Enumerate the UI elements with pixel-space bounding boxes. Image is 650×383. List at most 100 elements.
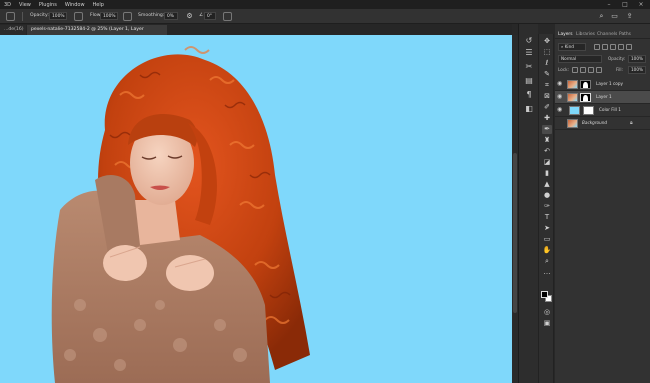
- type-tool-icon[interactable]: T: [542, 213, 552, 222]
- libraries-icon[interactable]: ▤: [524, 76, 534, 86]
- dodge-tool-icon[interactable]: ●: [542, 191, 552, 200]
- tab-libraries[interactable]: Libraries: [576, 30, 595, 39]
- layer-row[interactable]: ◉ Color Fill 1: [555, 104, 650, 117]
- menu-3d[interactable]: 3D: [0, 2, 15, 8]
- layer-name: Background: [582, 120, 608, 125]
- layer-name: Color Fill 1: [599, 107, 621, 112]
- frame-tool-icon[interactable]: ⊠: [542, 92, 552, 101]
- healing-brush-icon[interactable]: ✚: [542, 114, 552, 123]
- gradient-tool-icon[interactable]: ▮: [542, 169, 552, 178]
- visibility-eye-icon[interactable]: ◉: [557, 81, 563, 87]
- adjustments-icon[interactable]: ✂: [524, 62, 534, 72]
- opacity-input[interactable]: 100%: [628, 55, 646, 63]
- flow-field[interactable]: 100%: [100, 12, 118, 20]
- quick-select-icon[interactable]: ✎: [542, 70, 552, 79]
- options-bar: Opacity: 100% Flow: 100% Smoothing: 0% ⚙…: [0, 9, 650, 24]
- layer-mask-thumbnail[interactable]: [583, 106, 594, 115]
- lock-pixels-icon[interactable]: [580, 67, 586, 73]
- eraser-icon[interactable]: ◪: [542, 158, 552, 167]
- angle-field[interactable]: 0°: [204, 12, 216, 20]
- panel-dock: ↺ ☰ ✂ ▤ ¶ ◧: [518, 24, 538, 383]
- pressure-opacity-icon[interactable]: [74, 12, 83, 21]
- opacity-label: Opacity:: [30, 13, 49, 18]
- menu-plugins[interactable]: Plugins: [35, 2, 61, 8]
- gear-icon[interactable]: ⚙: [185, 12, 194, 21]
- tab-channels[interactable]: Channels: [597, 30, 617, 39]
- close-icon[interactable]: ×: [634, 0, 648, 9]
- filter-shape-icon[interactable]: [618, 44, 624, 50]
- kind-filter-select[interactable]: ⌕ Kind: [558, 43, 586, 51]
- filter-adjustment-icon[interactable]: [602, 44, 608, 50]
- kind-label: Kind: [564, 44, 574, 49]
- screen-mode-icon[interactable]: ▣: [542, 319, 552, 328]
- lasso-tool-icon[interactable]: ℓ: [542, 59, 552, 68]
- history-brush-icon[interactable]: ↶: [542, 147, 552, 156]
- scrollbar-thumb[interactable]: [513, 153, 517, 313]
- document-canvas[interactable]: [0, 35, 512, 383]
- zoom-tool-icon[interactable]: ⌕: [542, 257, 552, 266]
- history-icon[interactable]: ↺: [524, 36, 534, 46]
- path-select-icon[interactable]: ➤: [542, 224, 552, 233]
- layer-mask-thumbnail[interactable]: [580, 93, 591, 102]
- layer-row[interactable]: ◉ Layer 1 copy: [555, 78, 650, 91]
- blend-mode-select[interactable]: Normal: [558, 55, 602, 63]
- visibility-eye-icon[interactable]: ◉: [557, 94, 563, 100]
- smoothing-field[interactable]: 0%: [164, 12, 178, 20]
- lock-all-icon[interactable]: [596, 67, 602, 73]
- pressure-size-icon[interactable]: [223, 12, 232, 21]
- menu-window[interactable]: Window: [61, 2, 89, 8]
- minimize-icon[interactable]: –: [602, 0, 616, 9]
- layers-panel: Layers Libraries Channels Paths ⌕ Kind N…: [555, 24, 650, 383]
- menu-help[interactable]: Help: [89, 2, 108, 8]
- lock-transparent-icon[interactable]: [572, 67, 578, 73]
- filter-smart-object-icon[interactable]: [626, 44, 632, 50]
- hand-tool-icon[interactable]: ✋: [542, 246, 552, 255]
- document-tab-active[interactable]: pexels-natalie-7132584-2 @ 25% (Layer 1,…: [27, 25, 167, 42]
- layer-thumbnail: [567, 93, 578, 102]
- workspace-icon[interactable]: ▭: [610, 12, 619, 21]
- crop-tool-icon[interactable]: ⌗: [542, 81, 552, 90]
- lock-icon: 🔒︎: [630, 120, 633, 126]
- menu-view[interactable]: View: [15, 2, 35, 8]
- layer-thumbnail: [567, 80, 578, 89]
- styles-icon[interactable]: ◧: [524, 104, 534, 114]
- blur-tool-icon[interactable]: ▲: [542, 180, 552, 189]
- tab-paths[interactable]: Paths: [619, 30, 631, 39]
- properties-icon[interactable]: ☰: [524, 48, 534, 58]
- visibility-eye-icon[interactable]: ◉: [557, 107, 563, 113]
- smoothing-label: Smoothing:: [138, 13, 165, 18]
- clone-stamp-icon[interactable]: ♜: [542, 136, 552, 145]
- more-tools-icon[interactable]: …: [542, 268, 552, 277]
- move-tool-icon[interactable]: ✥: [542, 37, 552, 46]
- marquee-tool-icon[interactable]: ⬚: [542, 48, 552, 57]
- document-tab-bar: ...de(16) * pexels-natalie-7132584-2 @ 2…: [0, 24, 512, 42]
- brush-preset-icon[interactable]: [6, 12, 15, 21]
- menu-bar: 3D View Plugins Window Help – □ ×: [0, 0, 650, 9]
- fill-label: Fill:: [616, 67, 624, 72]
- document-tab[interactable]: ...de(16) *: [0, 25, 26, 42]
- pen-tool-icon[interactable]: ✑: [542, 202, 552, 211]
- layer-row[interactable]: Background 🔒︎: [555, 117, 650, 130]
- maximize-icon[interactable]: □: [618, 0, 632, 9]
- brush-tool-icon[interactable]: ✒: [542, 125, 552, 134]
- blend-row: Normal Opacity: 100%: [558, 55, 648, 63]
- opacity-field[interactable]: 100%: [49, 12, 67, 20]
- lock-position-icon[interactable]: [588, 67, 594, 73]
- fill-input[interactable]: 100%: [628, 66, 646, 74]
- layer-row-selected[interactable]: ◉ Layer 1: [555, 91, 650, 104]
- photo-subject: [51, 46, 311, 383]
- quick-mask-icon[interactable]: ◎: [542, 308, 552, 317]
- airbrush-icon[interactable]: [123, 12, 132, 21]
- panel-tab-bar: Layers Libraries Channels Paths: [555, 30, 650, 39]
- layer-mask-thumbnail[interactable]: [580, 80, 591, 89]
- search-icon[interactable]: ⌕: [597, 12, 606, 21]
- foreground-color-swatch[interactable]: [541, 291, 548, 298]
- angle-icon[interactable]: ∠: [199, 13, 203, 18]
- share-icon[interactable]: ⇪: [625, 12, 634, 21]
- rectangle-tool-icon[interactable]: ▭: [542, 235, 552, 244]
- filter-type-icon[interactable]: [610, 44, 616, 50]
- eyedropper-icon[interactable]: ✐: [542, 103, 552, 112]
- tab-layers[interactable]: Layers: [558, 30, 573, 39]
- filter-pixel-icon[interactable]: [594, 44, 600, 50]
- paragraph-icon[interactable]: ¶: [524, 90, 534, 100]
